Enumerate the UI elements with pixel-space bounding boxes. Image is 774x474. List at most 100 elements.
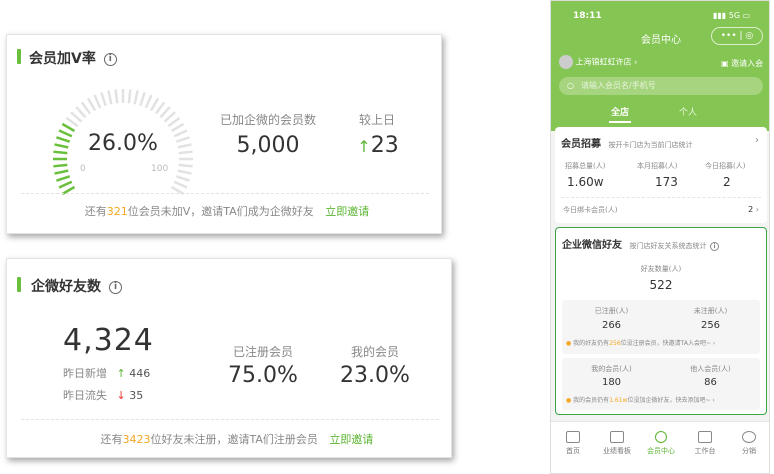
- friends-value: 522: [649, 278, 673, 292]
- gauge-tick: [54, 143, 69, 149]
- new-row: 昨日新增 ↑ 446: [63, 367, 151, 380]
- warning-icon: ●: [566, 397, 572, 404]
- tab-personal[interactable]: 个人: [679, 105, 697, 118]
- signal-icon: ▮▮▮: [713, 11, 727, 20]
- gauge-tick: [154, 101, 166, 115]
- mine-value: 23.0%: [340, 363, 410, 388]
- tip-row[interactable]: ● 我的会员仍有1.61w位没加企微好友，快去添加吧~ ›: [566, 395, 715, 404]
- gauge-tick: [127, 89, 132, 104]
- registered-label: 已注册会员: [232, 345, 293, 359]
- gauge-tick: [159, 106, 171, 119]
- gauge-tick: [58, 129, 73, 138]
- up-arrow-icon: ↑: [357, 137, 371, 156]
- stat-value: 1.60w: [567, 175, 604, 189]
- footer-hint: 还有321位会员未加V，邀请TA们成为企微好友 立即邀请: [84, 205, 370, 218]
- wecom-card: 企业微信好友 按门店好友关系统态统计 i 好友数量(人) 522 已注册(人) …: [555, 227, 767, 415]
- footer-hint: 还有3423位好友未注册，邀请TA们注册会员 立即邀请: [100, 433, 374, 446]
- tab-active-underline: [609, 121, 631, 123]
- tab-all[interactable]: 全店: [611, 105, 629, 118]
- gauge-tick: [139, 92, 146, 107]
- status-time: 18:11: [573, 11, 602, 21]
- more-icon[interactable]: •••: [721, 31, 737, 41]
- chevron-right-icon: ›: [712, 397, 715, 404]
- gauge-tick: [100, 92, 107, 107]
- stat-value: 173: [655, 175, 678, 189]
- chart-icon: [610, 431, 624, 443]
- divider: [561, 197, 761, 198]
- tip-row[interactable]: ● 我的好友仍有256位没注册会员，快邀请TA入会吧~ ›: [566, 338, 715, 347]
- today-label: 今日绑卡会员(人): [563, 206, 618, 214]
- invite-link[interactable]: 立即邀请: [329, 433, 373, 446]
- home-icon: [566, 431, 580, 443]
- user-icon: [655, 431, 667, 443]
- target-icon[interactable]: ◎: [745, 31, 753, 41]
- friends-total: 4,324: [63, 323, 154, 358]
- search-input[interactable]: ○ 请输入会员名/手机号: [559, 77, 763, 95]
- invite-link[interactable]: 立即邀请: [325, 205, 369, 218]
- registered-value: 75.0%: [228, 363, 298, 388]
- moneybag-icon: [742, 431, 756, 443]
- gauge-tick: [178, 150, 193, 155]
- divider: [21, 193, 429, 194]
- chevron-right-icon: ›: [634, 57, 638, 67]
- gauge-tick: [61, 122, 76, 133]
- card-title: 企微好友数 i: [31, 276, 122, 296]
- friends-label: 好友数量(人): [640, 265, 682, 273]
- gauge-tick: [163, 111, 176, 123]
- gauge-tick: [93, 94, 102, 109]
- card-title: 会员加V率 i: [29, 48, 117, 68]
- info-icon[interactable]: i: [103, 52, 117, 66]
- chevron-right-icon[interactable]: ›: [755, 135, 759, 146]
- gauge-tick: [58, 180, 73, 189]
- nav-dashboard[interactable]: 业绩看板: [595, 431, 639, 456]
- today-value[interactable]: 2 ›: [748, 205, 759, 214]
- title-accent: [17, 49, 21, 64]
- up-arrow-icon: ↑: [116, 367, 126, 380]
- gauge-min: 0: [80, 164, 86, 174]
- gauge-tick: [170, 122, 185, 133]
- gauge-tick: [114, 89, 119, 104]
- gauge-tick: [144, 94, 153, 109]
- gauge-max: 100: [151, 164, 169, 174]
- recruit-card: 会员招募 按开卡门店为当前门店统计 › 招募总量(人) 1.60w 本月招募(人…: [555, 127, 767, 223]
- gauge-tick: [80, 101, 92, 115]
- warning-icon: ●: [566, 340, 572, 347]
- gauge-tick: [53, 150, 68, 155]
- gauge-tick: [75, 106, 87, 119]
- phone-screen: 18:11 ▮▮▮ 5G ▭ 会员中心 ••• | ◎ 上海锦虹虹许店 › ▣ …: [550, 0, 770, 474]
- gift-icon: ▣: [721, 59, 729, 68]
- chevron-right-icon: ›: [712, 340, 716, 347]
- gauge-tick: [86, 97, 97, 112]
- chevron-right-icon: ›: [755, 205, 759, 214]
- gauge-tick: [173, 129, 188, 138]
- title-accent: [17, 277, 21, 292]
- store-avatar: [559, 55, 573, 69]
- nav-home[interactable]: 首页: [551, 431, 595, 456]
- gauge-tick: [70, 111, 83, 123]
- gauge-tick: [65, 116, 79, 128]
- gauge-tick: [149, 97, 160, 112]
- recruit-title: 会员招募 按开卡门店为当前门店统计: [561, 139, 693, 150]
- stat-value: 2: [723, 175, 731, 189]
- gauge-tick: [177, 169, 192, 175]
- nav-member-center[interactable]: 会员中心: [639, 431, 683, 456]
- gauge-tick: [107, 90, 113, 105]
- search-icon: ○: [567, 81, 574, 90]
- status-signal: ▮▮▮ 5G ▭: [713, 11, 751, 20]
- stat-label: 今日招募(人): [705, 162, 746, 170]
- store-selector[interactable]: 上海锦虹虹许店 ›: [559, 55, 637, 69]
- capsule-menu[interactable]: ••• | ◎: [711, 27, 763, 45]
- invite-member-button[interactable]: ▣ 邀请入会: [721, 58, 763, 69]
- gauge-tick: [175, 136, 190, 143]
- gauge-value: 26.0%: [88, 131, 158, 156]
- divider: [21, 419, 439, 420]
- info-icon[interactable]: i: [109, 280, 122, 294]
- wecom-title: 企业微信好友 按门店好友关系统态统计 i: [562, 236, 719, 251]
- nav-workbench[interactable]: 工作台: [683, 431, 727, 456]
- wecom-friends-card: 企微好友数 i 4,324 昨日新增 ↑ 446 昨日流失 ↓ 35 已注册会员 …: [6, 258, 452, 458]
- battery-icon: ▭: [742, 11, 751, 20]
- gauge-tick: [53, 163, 68, 168]
- down-arrow-icon: ↓: [116, 389, 126, 402]
- nav-distribution[interactable]: 分销: [727, 431, 769, 456]
- info-icon[interactable]: i: [709, 242, 719, 251]
